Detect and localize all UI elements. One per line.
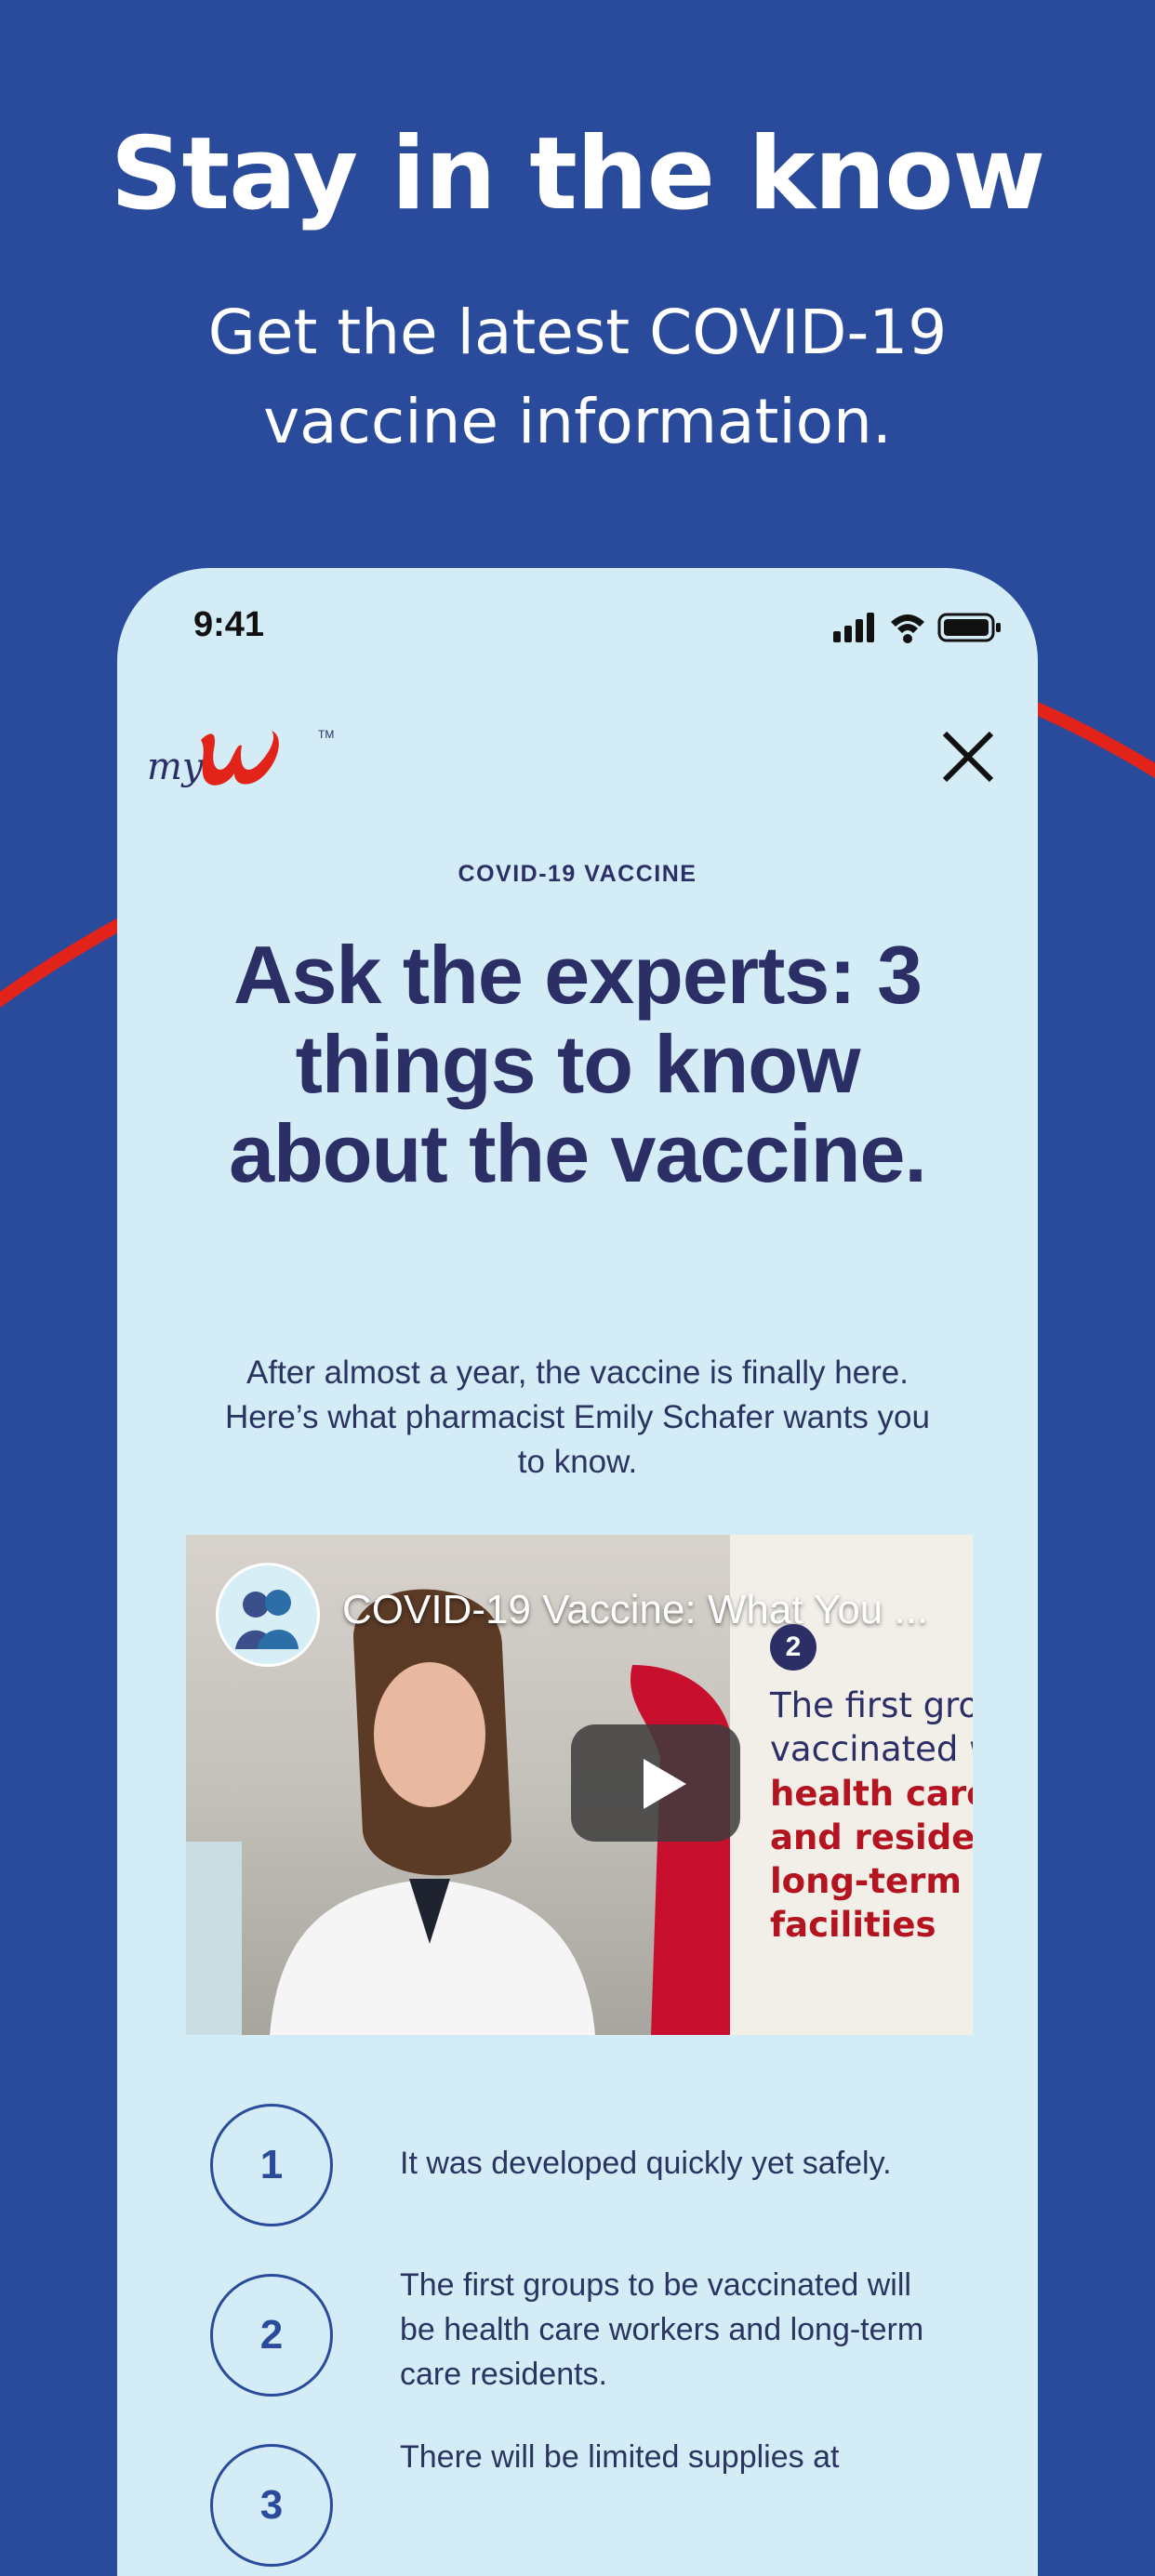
list-number-circle: 2 xyxy=(210,2274,333,2397)
svg-text:my: my xyxy=(147,746,205,788)
video-player[interactable]: COVID-19 Vaccine: What You ... 2 The fir… xyxy=(186,1535,973,2035)
signal-icon xyxy=(833,613,874,642)
close-button[interactable] xyxy=(936,724,1001,789)
video-title: COVID-19 Vaccine: What You ... xyxy=(342,1587,929,1632)
promo-title: Stay in the know xyxy=(110,116,1046,232)
play-button[interactable] xyxy=(571,1724,740,1842)
promo-subtitle: Get the latest COVID-19 vaccine informat… xyxy=(207,297,948,457)
battery-icon xyxy=(937,613,1001,642)
status-icons xyxy=(833,613,1001,643)
slide-text-highlight: health care w and resident long-term ca … xyxy=(770,1774,973,1945)
channel-avatar xyxy=(216,1563,320,1667)
wifi-icon xyxy=(891,614,924,643)
list-item-text: There will be limited supplies at xyxy=(400,2439,840,2475)
phone-mockup: 9:41 my TM COVID-19 VACCINE Ask the expe… xyxy=(117,568,1038,2576)
status-time: 9:41 xyxy=(193,605,265,644)
list-number-circle: 1 xyxy=(210,2104,333,2226)
play-icon xyxy=(644,1759,686,1809)
slide-text: The first grou vaccinated wi xyxy=(770,1685,973,1769)
article-eyebrow: COVID-19 VACCINE xyxy=(458,861,697,887)
article-intro: After almost a year, the vaccine is fina… xyxy=(225,1354,930,1480)
close-icon xyxy=(942,731,994,783)
list-item-text: The first groups to be vaccinated will b… xyxy=(400,2267,924,2392)
list-item-text: It was developed quickly yet safely. xyxy=(400,2146,892,2181)
mywalgreens-logo: my TM xyxy=(147,728,334,788)
article-headline: Ask the experts: 3 things to know about … xyxy=(229,929,927,1199)
svg-text:TM: TM xyxy=(318,728,334,741)
slide-number: 2 xyxy=(770,1624,816,1671)
list-number-circle: 3 xyxy=(210,2444,333,2567)
